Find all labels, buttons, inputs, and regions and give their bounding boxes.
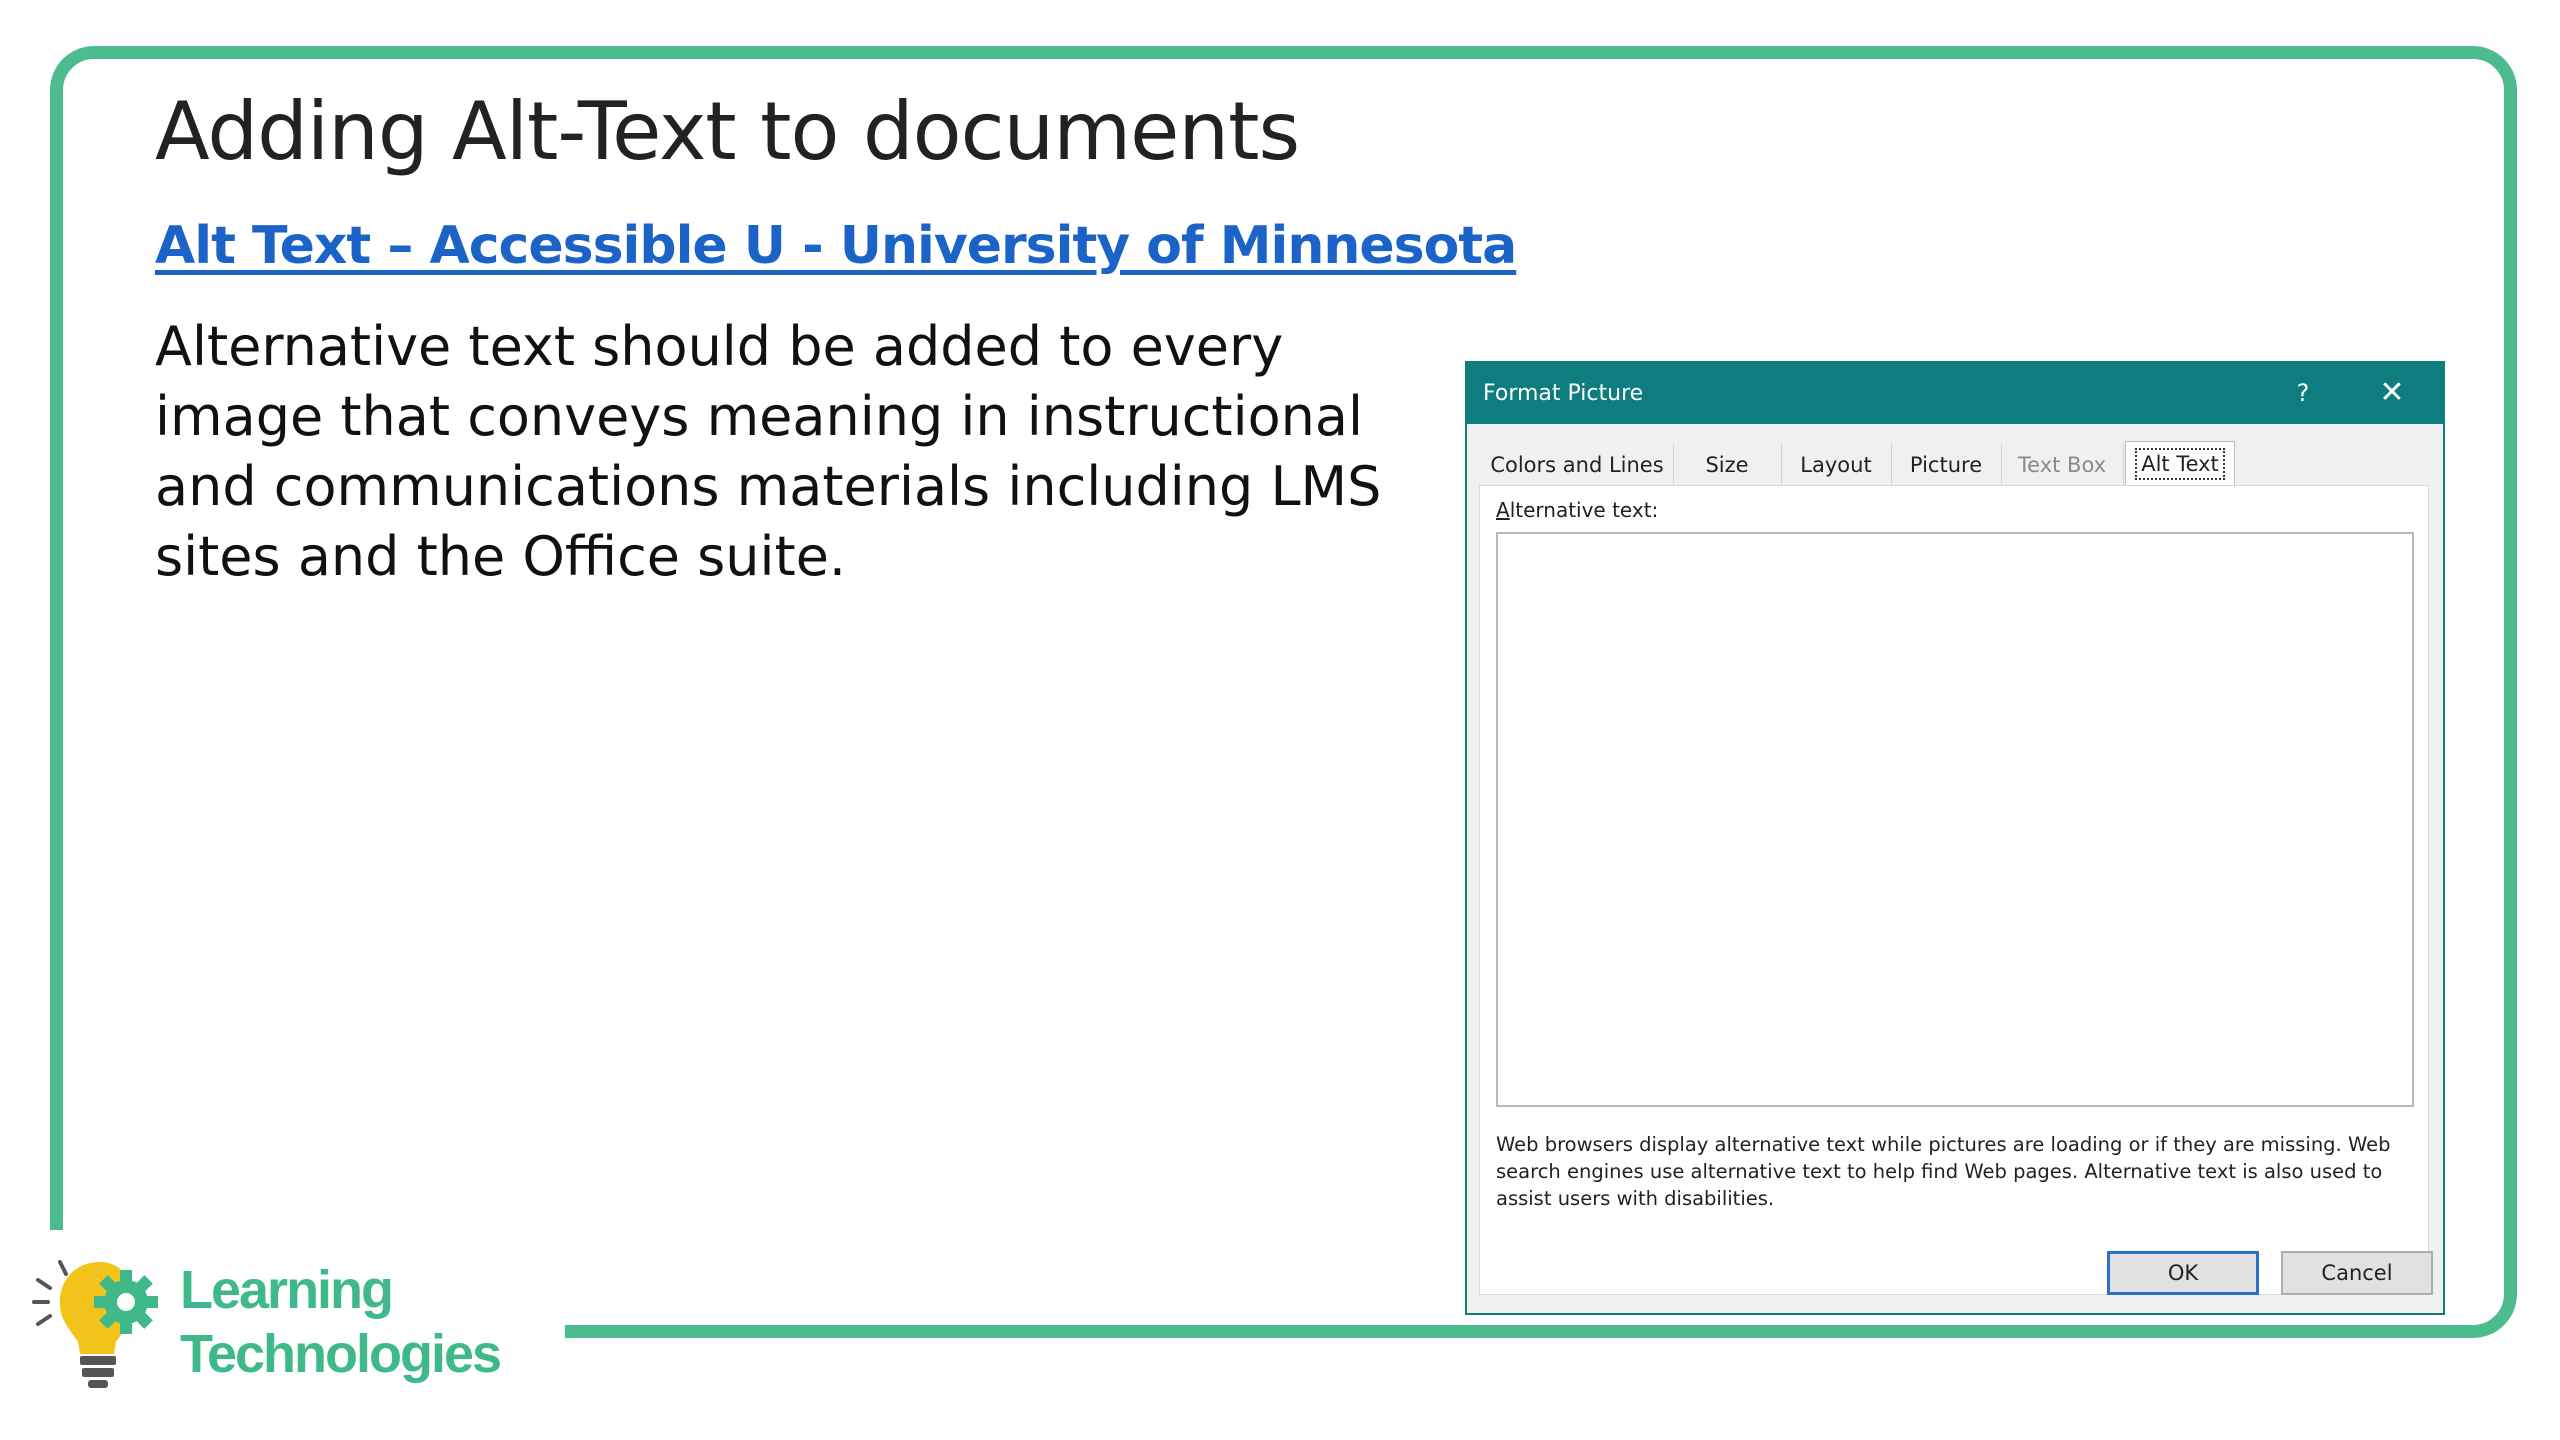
slide-title: Adding Alt-Text to documents	[155, 85, 1300, 178]
dialog-title: Format Picture	[1483, 381, 1644, 406]
tab-picture[interactable]: Picture	[1891, 443, 2002, 487]
dialog-tabs: Colors and Lines Colors and Lines Size L…	[1481, 441, 2427, 487]
alt-text-tab-page: Alternative text: Web browsers display a…	[1479, 485, 2429, 1295]
tab-size[interactable]: Size	[1673, 443, 1782, 487]
tab-text-box[interactable]: Text Box	[2001, 443, 2124, 487]
tab-alt-text[interactable]: Alt Text	[2125, 441, 2235, 486]
learning-technologies-logo: Learning Technologies	[30, 1250, 550, 1400]
alternative-text-label: Alternative text:	[1496, 498, 1659, 522]
ok-button[interactable]: OK	[2107, 1251, 2259, 1295]
dialog-titlebar[interactable]: Format Picture ? ✕	[1467, 363, 2443, 424]
logo-line-learning: Learning	[180, 1260, 394, 1320]
close-icon[interactable]: ✕	[2372, 373, 2412, 413]
format-picture-dialog: Format Picture ? ✕ Colors and Lines Colo…	[1465, 361, 2445, 1315]
cancel-button[interactable]: Cancel	[2281, 1251, 2433, 1295]
accessible-u-link[interactable]: Alt Text – Accessible U - University of …	[155, 216, 1517, 276]
logo-wordmark: Learning Technologies	[180, 1258, 502, 1386]
lightbulb-gear-icon	[32, 1260, 158, 1388]
alt-text-description: Web browsers display alternative text wh…	[1496, 1133, 2391, 1210]
help-icon[interactable]: ?	[2285, 375, 2321, 411]
tab-layout[interactable]: Layout	[1781, 443, 1892, 487]
logo-line-technologies: Technologies	[180, 1324, 502, 1384]
alternative-text-input[interactable]	[1496, 532, 2414, 1107]
tab-colors-and-lines[interactable]: Colors and Lines	[1481, 443, 1674, 487]
slide-body-text: Alternative text should be added to ever…	[155, 315, 1382, 588]
